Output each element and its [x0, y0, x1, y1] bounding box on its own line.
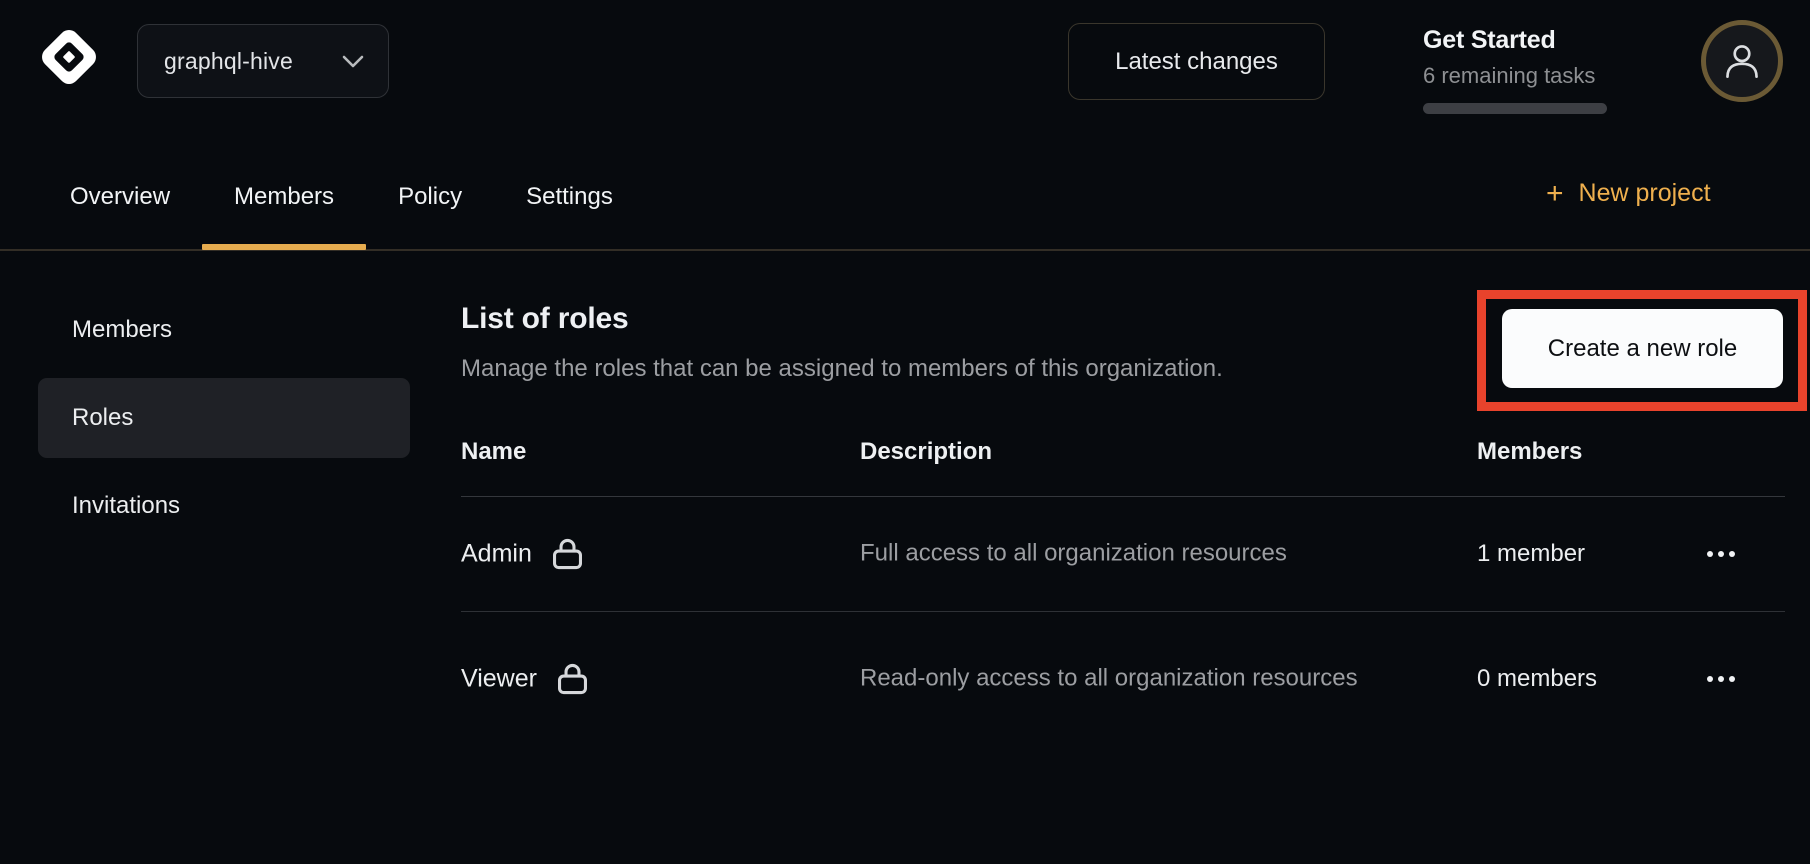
- role-name: Viewer: [461, 664, 537, 693]
- role-members-count: 0 members: [1477, 665, 1597, 693]
- table-row-admin: Admin Full access to all organization re…: [461, 497, 1785, 612]
- lock-icon: [552, 538, 583, 571]
- column-header-name: Name: [461, 438, 526, 466]
- role-description: Read-only access to all organization res…: [860, 658, 1380, 699]
- new-project-button[interactable]: + New project: [1546, 179, 1711, 208]
- lock-icon: [557, 662, 588, 695]
- table-row-viewer: Viewer Read-only access to all organizat…: [461, 612, 1785, 745]
- row-menu-button[interactable]: [1699, 534, 1743, 574]
- members-sidebar: Members Roles Invitations: [38, 290, 410, 546]
- organization-name: graphql-hive: [164, 48, 293, 75]
- user-icon: [1723, 42, 1761, 80]
- organization-selector[interactable]: graphql-hive: [137, 24, 389, 98]
- hive-logo-icon: [36, 24, 102, 90]
- tab-overview[interactable]: Overview: [70, 150, 170, 250]
- get-started-progressbar: [1423, 103, 1607, 114]
- chevron-down-icon: [342, 55, 364, 68]
- column-header-members: Members: [1477, 438, 1582, 466]
- org-tabbar: Overview Members Policy Settings: [70, 150, 613, 250]
- plus-icon: +: [1546, 180, 1564, 208]
- get-started-subtitle: 6 remaining tasks: [1423, 63, 1623, 89]
- tab-settings[interactable]: Settings: [526, 150, 613, 250]
- column-header-description: Description: [860, 438, 992, 466]
- page-subtitle: Manage the roles that can be assigned to…: [461, 355, 1223, 383]
- roles-table: Name Description Members Admin Full acce…: [461, 430, 1785, 745]
- roles-table-header: Name Description Members: [461, 430, 1785, 497]
- new-project-label: New project: [1579, 179, 1711, 208]
- get-started-title: Get Started: [1423, 26, 1623, 55]
- role-description: Full access to all organization resource…: [860, 534, 1380, 575]
- tab-members[interactable]: Members: [234, 150, 334, 250]
- sidebar-item-invitations[interactable]: Invitations: [38, 466, 410, 546]
- sidebar-item-members[interactable]: Members: [38, 290, 410, 370]
- user-avatar[interactable]: [1701, 20, 1783, 102]
- sidebar-item-roles[interactable]: Roles: [38, 378, 410, 458]
- page-title: List of roles: [461, 302, 628, 336]
- latest-changes-button[interactable]: Latest changes: [1068, 23, 1325, 100]
- role-members-count: 1 member: [1477, 540, 1585, 568]
- create-new-role-button[interactable]: Create a new role: [1502, 309, 1783, 388]
- hive-logo[interactable]: [36, 24, 102, 90]
- row-menu-button[interactable]: [1699, 659, 1743, 699]
- role-name: Admin: [461, 540, 532, 569]
- tab-policy[interactable]: Policy: [398, 150, 462, 250]
- get-started-widget[interactable]: Get Started 6 remaining tasks: [1423, 26, 1623, 114]
